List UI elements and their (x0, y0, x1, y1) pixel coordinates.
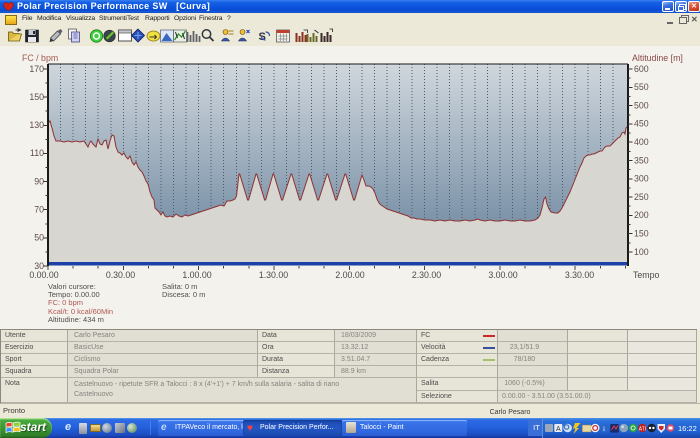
svg-text:70: 70 (34, 205, 44, 215)
svg-text:170: 170 (29, 64, 44, 74)
svg-text:90: 90 (34, 176, 44, 186)
svg-text:200: 200 (634, 210, 649, 220)
svg-text:FC: 0 bpm: FC: 0 bpm (48, 298, 83, 307)
svg-text:110: 110 (30, 148, 44, 158)
svg-text:600: 600 (634, 64, 649, 74)
svg-text:130: 130 (29, 120, 44, 130)
svg-text:550: 550 (634, 82, 649, 92)
svg-text:i: i (603, 425, 605, 433)
svg-text:Discesa: 0 m: Discesa: 0 m (162, 290, 205, 299)
svg-text:0.30.00: 0.30.00 (106, 270, 135, 280)
svg-text:2.00.00: 2.00.00 (335, 270, 364, 280)
svg-text:150: 150 (634, 229, 649, 239)
svg-text:150: 150 (29, 92, 44, 102)
svg-text:2.30.00: 2.30.00 (412, 270, 441, 280)
svg-text:1.00.00: 1.00.00 (182, 270, 211, 280)
svg-text:450: 450 (634, 119, 649, 129)
svg-text:0.00.00: 0.00.00 (29, 270, 58, 280)
svg-text:300: 300 (634, 174, 649, 184)
svg-text:400: 400 (634, 137, 649, 147)
svg-text:FC / bpm: FC / bpm (22, 53, 58, 63)
svg-text:3.30.00: 3.30.00 (565, 270, 594, 280)
svg-text:500: 500 (634, 100, 649, 110)
svg-text:100: 100 (634, 247, 649, 257)
svg-text:1.30.00: 1.30.00 (259, 270, 288, 280)
svg-text:Altitudine: 434 m: Altitudine: 434 m (48, 315, 104, 324)
svg-text:Tempo: Tempo (633, 270, 660, 280)
svg-text:ATI: ATI (639, 427, 646, 433)
svg-text:Altitudine [m]: Altitudine [m] (632, 53, 683, 63)
svg-text:50: 50 (34, 233, 44, 243)
svg-text:350: 350 (634, 155, 649, 165)
svg-text:A: A (556, 426, 561, 433)
svg-text:250: 250 (634, 192, 649, 202)
svg-text:3.00.00: 3.00.00 (488, 270, 517, 280)
